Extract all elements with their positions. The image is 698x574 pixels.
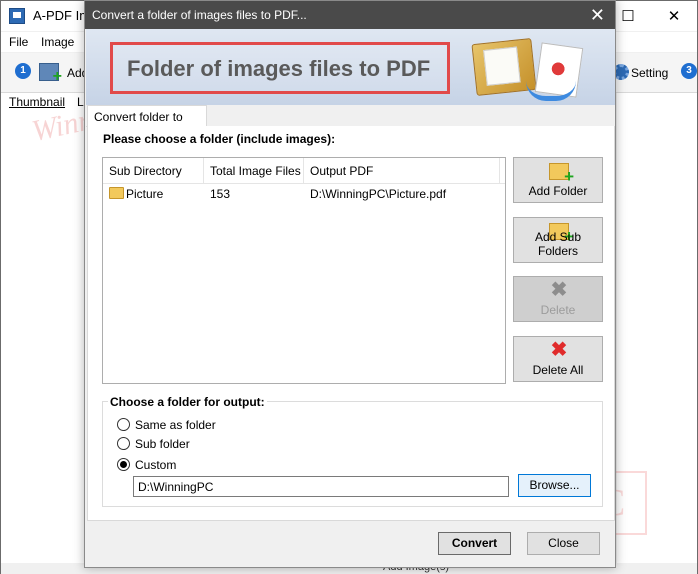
delete-button[interactable]: ✖ Delete <box>513 276 603 322</box>
column-sub-directory[interactable]: Sub Directory <box>103 158 204 184</box>
close-app-button[interactable]: ✕ <box>651 1 697 31</box>
column-output-pdf[interactable]: Output PDF <box>304 158 500 184</box>
convert-button[interactable]: Convert <box>438 532 511 555</box>
table-row[interactable]: Picture 153 D:\WinningPC\Picture.pdf <box>103 184 505 204</box>
folder-list-header: Sub Directory Total Image Files Output P… <box>103 158 505 184</box>
row-output-pdf: D:\WinningPC\Picture.pdf <box>310 187 447 201</box>
row-total-images: 153 <box>210 187 231 201</box>
arrow-illustration-icon <box>526 81 576 101</box>
delete-all-icon: ✖ <box>550 339 568 361</box>
tab-thumbnail[interactable]: Thumbnail <box>9 95 65 109</box>
add-sub-folders-label: Add Sub Folders <box>534 230 582 258</box>
column-total-image-files[interactable]: Total Image Files <box>204 158 304 184</box>
banner-title: Folder of images files to PDF <box>127 56 431 81</box>
app-icon <box>9 8 25 24</box>
setting-button[interactable]: Setting <box>631 66 668 80</box>
radio-custom[interactable] <box>117 458 130 471</box>
row-sub-directory: Picture <box>126 187 164 201</box>
close-button[interactable]: Close <box>527 532 600 555</box>
delete-icon: ✖ <box>550 279 568 301</box>
add-folder-icon <box>549 163 574 187</box>
delete-all-button[interactable]: ✖ Delete All <box>513 336 603 382</box>
folder-icon <box>109 187 124 199</box>
browse-button[interactable]: Browse... <box>518 474 591 497</box>
radio-same-as-folder[interactable] <box>117 418 130 431</box>
banner-highlight: Folder of images files to PDF <box>110 42 450 94</box>
output-path-input[interactable] <box>133 476 509 497</box>
radio-sub-folder[interactable] <box>117 437 130 450</box>
step-1-badge: 1 <box>15 63 31 79</box>
dialog-banner: Folder of images files to PDF <box>86 29 615 105</box>
delete-label: Delete <box>540 303 576 317</box>
thumbnail-panel <box>1 93 85 563</box>
tab-convert-folder[interactable]: Convert folder to PDF <box>87 105 207 138</box>
add-folder-button[interactable]: Add Folder <box>513 157 603 203</box>
sub-folder-label[interactable]: Sub folder <box>135 437 190 451</box>
dialog-title: Convert a folder of images files to PDF.… <box>92 8 307 22</box>
add-sub-folders-button[interactable]: Add Sub Folders <box>513 217 603 263</box>
custom-label[interactable]: Custom <box>135 458 176 472</box>
folder-list[interactable]: Sub Directory Total Image Files Output P… <box>102 157 506 384</box>
add-folder-label: Add Folder <box>528 184 588 198</box>
convert-folder-dialog: Convert a folder of images files to PDF.… <box>84 0 616 568</box>
output-folder-label: Choose a folder for output: <box>108 395 267 409</box>
same-as-folder-label[interactable]: Same as folder <box>135 418 216 432</box>
menu-image[interactable]: Image <box>41 35 74 49</box>
dialog-close-icon[interactable]: ✕ <box>590 5 605 26</box>
choose-folder-label: Please choose a folder (include images): <box>103 132 336 146</box>
dialog-titlebar: Convert a folder of images files to PDF.… <box>85 1 615 29</box>
delete-all-label: Delete All <box>532 363 584 377</box>
step-3-badge: 3 <box>681 63 697 79</box>
menu-file[interactable]: File <box>9 35 28 49</box>
add-image-icon[interactable] <box>39 63 62 86</box>
